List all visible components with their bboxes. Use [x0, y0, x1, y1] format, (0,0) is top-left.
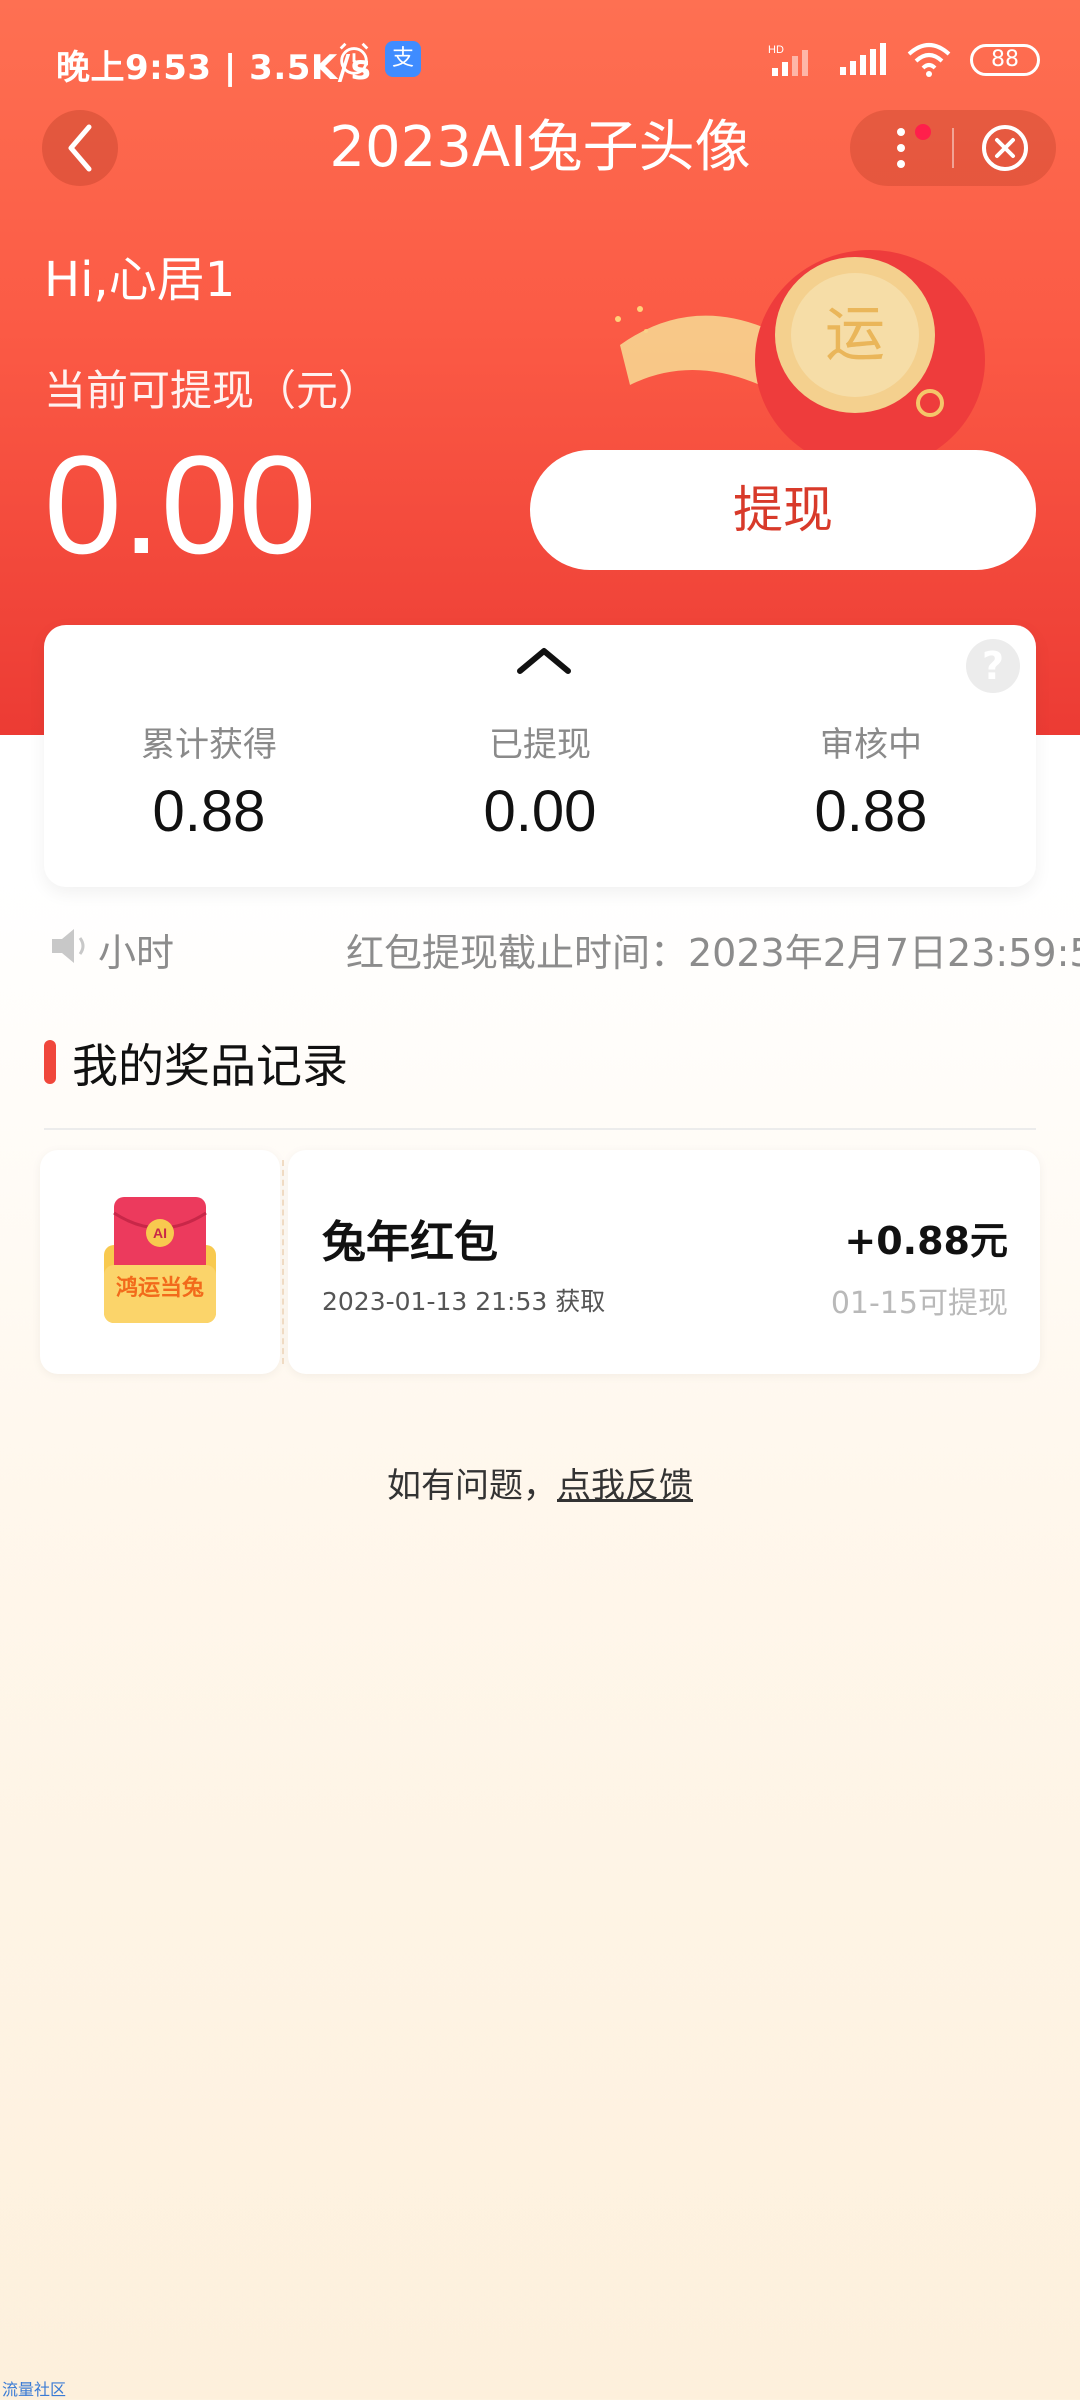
feedback-line: 如有问题，点我反馈	[0, 1458, 1080, 1507]
chevron-up-icon[interactable]	[514, 643, 574, 677]
status-right-icons: HD 88	[768, 42, 1040, 78]
hd-signal-icon: HD	[768, 44, 808, 76]
notice-marquee: 小时 红包提现截止时间：2023年2月7日23:59:59	[0, 912, 1080, 982]
stat-label: 已提现	[489, 725, 591, 765]
more-vertical-icon	[897, 128, 905, 168]
envelope-badge: AI	[153, 1225, 167, 1241]
stat-under-review: 审核中 0.88	[706, 717, 1036, 845]
help-button[interactable]: ?	[966, 639, 1020, 693]
notice-text: 小时	[98, 931, 175, 975]
envelope-caption: 鸿运当兔	[116, 1275, 204, 1301]
feedback-link[interactable]: 点我反馈	[557, 1466, 693, 1506]
svg-text:运: 运	[825, 300, 885, 370]
prize-amount: +0.88元	[844, 1219, 1008, 1263]
stat-label: 审核中	[820, 725, 922, 765]
withdraw-button[interactable]: 提现	[530, 450, 1036, 570]
alipay-icon: 支	[385, 41, 421, 77]
svg-text:HD: HD	[768, 44, 784, 56]
lucky-drum-illustration: 运	[615, 250, 985, 465]
notice-text: 红包提现截止时间：2023年2月7日23:59:59	[346, 931, 1080, 975]
ticket-divider	[282, 1160, 284, 1364]
prize-record-item[interactable]: AI 鸿运当兔 兔年红包 2023-01-13 21:53 获取 +0.88元 …	[40, 1150, 1040, 1374]
prize-name: 兔年红包	[322, 1217, 498, 1268]
greeting: Hi,心居1	[44, 252, 236, 308]
prize-thumbnail: AI 鸿运当兔	[40, 1150, 280, 1374]
signal-icon	[840, 43, 886, 75]
watermark: 流量社区	[2, 2380, 67, 2399]
section-title: 我的奖品记录	[72, 1039, 348, 1093]
stat-value: 0.88	[152, 779, 266, 844]
red-envelope-icon: AI 鸿运当兔	[104, 1197, 216, 1323]
prize-withdraw-status: 01-15可提现	[830, 1286, 1008, 1321]
close-button[interactable]	[954, 110, 1056, 186]
feedback-prefix: 如有问题，	[387, 1466, 557, 1506]
alarm-icon	[339, 42, 369, 75]
earnings-summary-card: ? 累计获得 0.88 已提现 0.00 审核中 0.88	[44, 625, 1036, 887]
notification-dot	[915, 124, 931, 140]
balance-amount: 0.00	[44, 426, 317, 583]
stat-label: 累计获得	[141, 725, 277, 765]
stat-total-earned: 累计获得 0.88	[44, 717, 374, 845]
more-button[interactable]	[850, 110, 952, 186]
status-bar: 晚上9:53 | 3.5K/s 支 HD 88	[0, 0, 1080, 125]
prize-details: 兔年红包 2023-01-13 21:53 获取 +0.88元 01-15可提现	[288, 1150, 1040, 1374]
section-accent-bar	[44, 1040, 56, 1084]
status-time: 晚上9:53 | 3.5K/s	[56, 48, 372, 88]
battery-icon: 88	[970, 44, 1040, 76]
close-circle-icon	[982, 125, 1028, 171]
stat-withdrawn: 已提现 0.00	[375, 717, 705, 845]
prize-obtained-time: 2023-01-13 21:53 获取	[322, 1287, 606, 1316]
stat-value: 0.00	[483, 779, 597, 844]
stat-value: 0.88	[814, 779, 928, 844]
speaker-icon	[52, 929, 85, 963]
section-divider	[44, 1128, 1036, 1130]
balance-label: 当前可提现（元）	[44, 366, 381, 415]
wifi-icon	[907, 43, 951, 77]
mini-program-capsule	[850, 110, 1056, 186]
status-left-icons: 支	[335, 40, 421, 78]
